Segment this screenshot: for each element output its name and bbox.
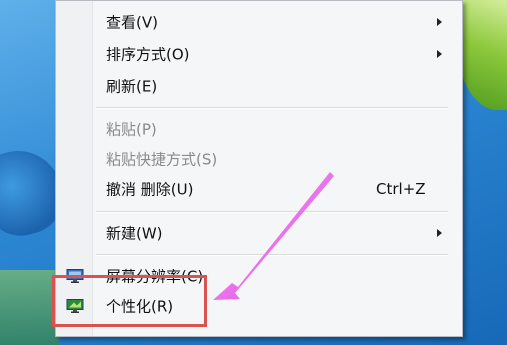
annotation-arrow xyxy=(213,172,334,300)
arrow-shaft xyxy=(213,172,334,300)
